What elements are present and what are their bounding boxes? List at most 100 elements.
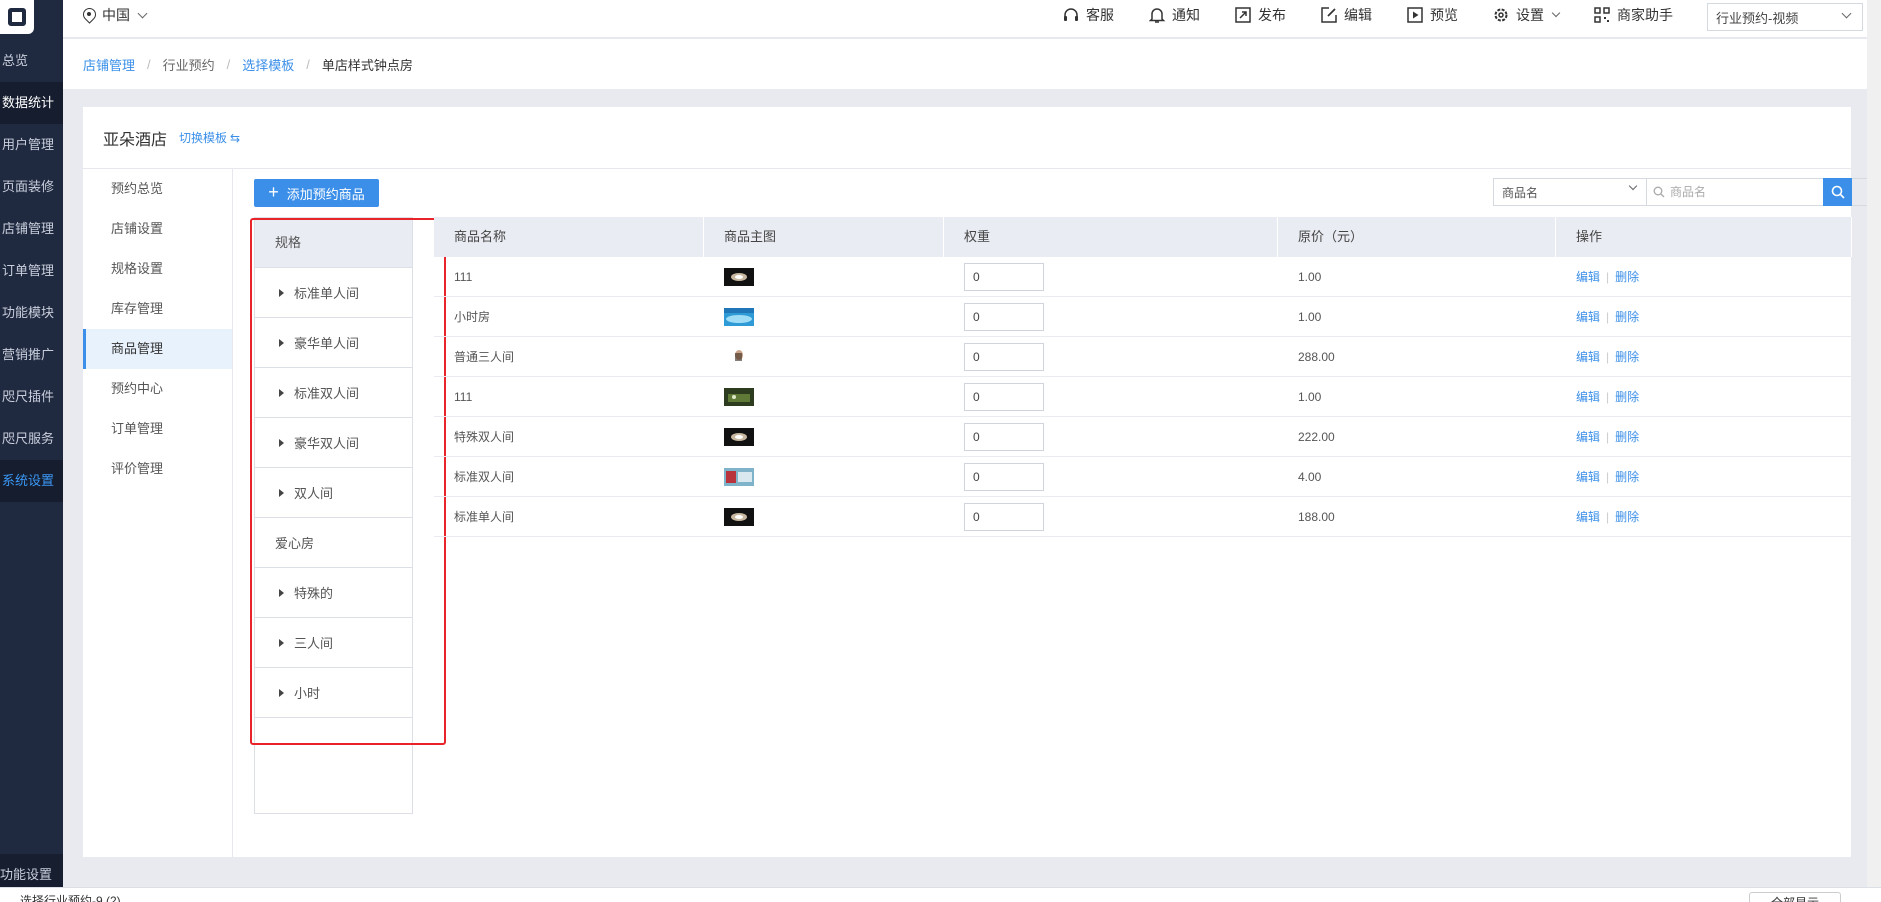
- actions-cell: 编辑 | 删除: [1556, 268, 1852, 285]
- breadcrumb-item[interactable]: 选择模板: [242, 55, 294, 74]
- product-thumbnail[interactable]: [724, 507, 944, 526]
- weight-cell: 0: [944, 382, 1278, 411]
- sidebar-item[interactable]: 页面装修: [0, 166, 63, 208]
- weight-cell: 0: [944, 462, 1278, 491]
- submenu-item[interactable]: 预约中心: [83, 369, 232, 409]
- delete-link[interactable]: 删除: [1615, 510, 1639, 524]
- weight-cell: 0: [944, 422, 1278, 451]
- download-item[interactable]: 选择行业预约-9 (2): [20, 892, 121, 902]
- edit-link[interactable]: 编辑: [1576, 510, 1600, 524]
- search-button[interactable]: [1823, 178, 1852, 206]
- edit-link[interactable]: 编辑: [1576, 350, 1600, 364]
- weight-input[interactable]: 0: [964, 502, 1044, 531]
- sidebar-item[interactable]: 咫尺插件: [0, 376, 63, 418]
- publish-button[interactable]: 发布: [1234, 5, 1286, 25]
- edit-link[interactable]: 编辑: [1576, 430, 1600, 444]
- card-header: 亚朵酒店 切换模板 ⇆: [83, 107, 1851, 169]
- product-thumbnail[interactable]: [724, 427, 944, 446]
- actions-cell: 编辑 | 删除: [1556, 388, 1852, 405]
- submenu-item[interactable]: 商品管理: [83, 329, 232, 369]
- publish-label: 发布: [1258, 7, 1286, 23]
- sidebar-item[interactable]: 数据统计: [0, 82, 63, 124]
- sidebar-item[interactable]: 订单管理: [0, 250, 63, 292]
- main-sidebar: 总览 数据统计 用户管理 页面装修 店铺管理 订单管理 功能模块 营销推广 咫尺插件 咫尺服务 系统…: [0, 0, 63, 902]
- merchant-assistant-button[interactable]: 商家助手: [1593, 5, 1673, 25]
- delete-link[interactable]: 删除: [1615, 430, 1639, 444]
- delete-link[interactable]: 删除: [1615, 270, 1639, 284]
- sidebar-item[interactable]: 营销推广: [0, 334, 63, 376]
- column-header: 商品名称: [434, 217, 704, 257]
- weight-input[interactable]: 0: [964, 302, 1044, 331]
- product-price: 1.00: [1298, 389, 1322, 404]
- weight-cell: 0: [944, 262, 1278, 291]
- highlight-box: [250, 218, 446, 745]
- breadcrumb: 店铺管理 / 行业预约 / 选择模板 / 单店样式钟点房: [63, 39, 1881, 89]
- sidebar-item[interactable]: 总览: [0, 40, 63, 82]
- product-thumbnail[interactable]: [724, 387, 944, 406]
- sidebar-item[interactable]: 功能模块: [0, 292, 63, 334]
- weight-input[interactable]: 0: [964, 342, 1044, 371]
- add-product-button[interactable]: + 添加预约商品: [254, 179, 379, 207]
- sidebar-bottom-label[interactable]: 功能设置: [0, 864, 52, 883]
- submenu-item[interactable]: 库存管理: [83, 289, 232, 329]
- product-thumbnail[interactable]: [724, 467, 944, 486]
- show-all-button[interactable]: 全部显示: [1749, 892, 1841, 902]
- filter-select[interactable]: 商品名: [1493, 178, 1647, 206]
- template-select[interactable]: 行业预约-视频: [1707, 3, 1863, 31]
- app-logo[interactable]: [0, 0, 34, 34]
- delete-link[interactable]: 删除: [1615, 350, 1639, 364]
- weight-input[interactable]: 0: [964, 462, 1044, 491]
- delete-link[interactable]: 删除: [1615, 310, 1639, 324]
- submenu-item[interactable]: 规格设置: [83, 249, 232, 289]
- weight-input[interactable]: 0: [964, 382, 1044, 411]
- submenu-item[interactable]: 订单管理: [83, 409, 232, 449]
- search-icon: [1653, 186, 1665, 198]
- switch-template-link[interactable]: 切换模板 ⇆: [179, 129, 240, 146]
- preview-button[interactable]: 预览: [1406, 5, 1458, 25]
- sidebar-item[interactable]: 店铺管理: [0, 208, 63, 250]
- edit-link[interactable]: 编辑: [1576, 470, 1600, 484]
- notify-button[interactable]: 通知: [1148, 5, 1200, 25]
- product-image-cell: [704, 307, 944, 326]
- support-button[interactable]: 客服: [1062, 5, 1114, 25]
- sidebar-item[interactable]: 咫尺服务: [0, 418, 63, 460]
- delete-link[interactable]: 删除: [1615, 470, 1639, 484]
- submenu-item[interactable]: 评价管理: [83, 449, 232, 489]
- sidebar-item[interactable]: 用户管理: [0, 124, 63, 166]
- column-header: 原价（元）: [1278, 217, 1556, 257]
- weight-input[interactable]: 0: [964, 422, 1044, 451]
- weight-input[interactable]: 0: [964, 262, 1044, 291]
- edit-link[interactable]: 编辑: [1576, 310, 1600, 324]
- qrcode-icon: [1593, 6, 1611, 24]
- template-select-value: 行业预约-视频: [1716, 10, 1799, 26]
- edit-button[interactable]: 编辑: [1320, 5, 1372, 25]
- product-name: 111: [454, 269, 473, 284]
- location-pin-icon: [83, 8, 96, 23]
- submenu-item[interactable]: 预约总览: [83, 169, 232, 209]
- delete-link[interactable]: 删除: [1615, 390, 1639, 404]
- weight-cell: 0: [944, 502, 1278, 531]
- product-image-cell: [704, 507, 944, 526]
- product-price: 4.00: [1298, 469, 1322, 484]
- product-thumbnail[interactable]: [724, 347, 944, 366]
- swap-icon: ⇆: [230, 131, 241, 145]
- edit-link[interactable]: 编辑: [1576, 270, 1600, 284]
- product-thumbnail[interactable]: [724, 267, 944, 286]
- breadcrumb-item[interactable]: 店铺管理: [83, 55, 135, 74]
- table-row: 标准单人间 0 188.00 编辑 | 删除: [434, 497, 1852, 537]
- page-scrollbar[interactable]: [1867, 0, 1881, 887]
- publish-icon: [1234, 6, 1252, 24]
- chevron-down-icon: [137, 8, 148, 18]
- product-table: 商品名称 商品主图 权重 原价（元） 操作 111 0 1.00 编辑 | 删除 小时房 0 1.00 编…: [434, 217, 1852, 537]
- submenu-item[interactable]: 店铺设置: [83, 209, 232, 249]
- location-selector[interactable]: 中国: [83, 0, 148, 30]
- product-name: 标准双人间: [454, 470, 515, 484]
- main-card: 亚朵酒店 切换模板 ⇆ 预约总览 店铺设置 规格设置 库存管理 商品管理 预约中心 订单管理评…: [83, 107, 1881, 857]
- search-input[interactable]: [1670, 185, 1830, 199]
- settings-button[interactable]: 设置: [1492, 5, 1561, 25]
- edit-link[interactable]: 编辑: [1576, 390, 1600, 404]
- sidebar-item[interactable]: 系统设置: [0, 460, 63, 502]
- product-thumbnail[interactable]: [724, 307, 944, 326]
- table-body: 111 0 1.00 编辑 | 删除 小时房 0 1.00 编辑 | 删除 普通三人间 0 288.00 编辑…: [434, 257, 1852, 537]
- action-separator: |: [1606, 390, 1610, 404]
